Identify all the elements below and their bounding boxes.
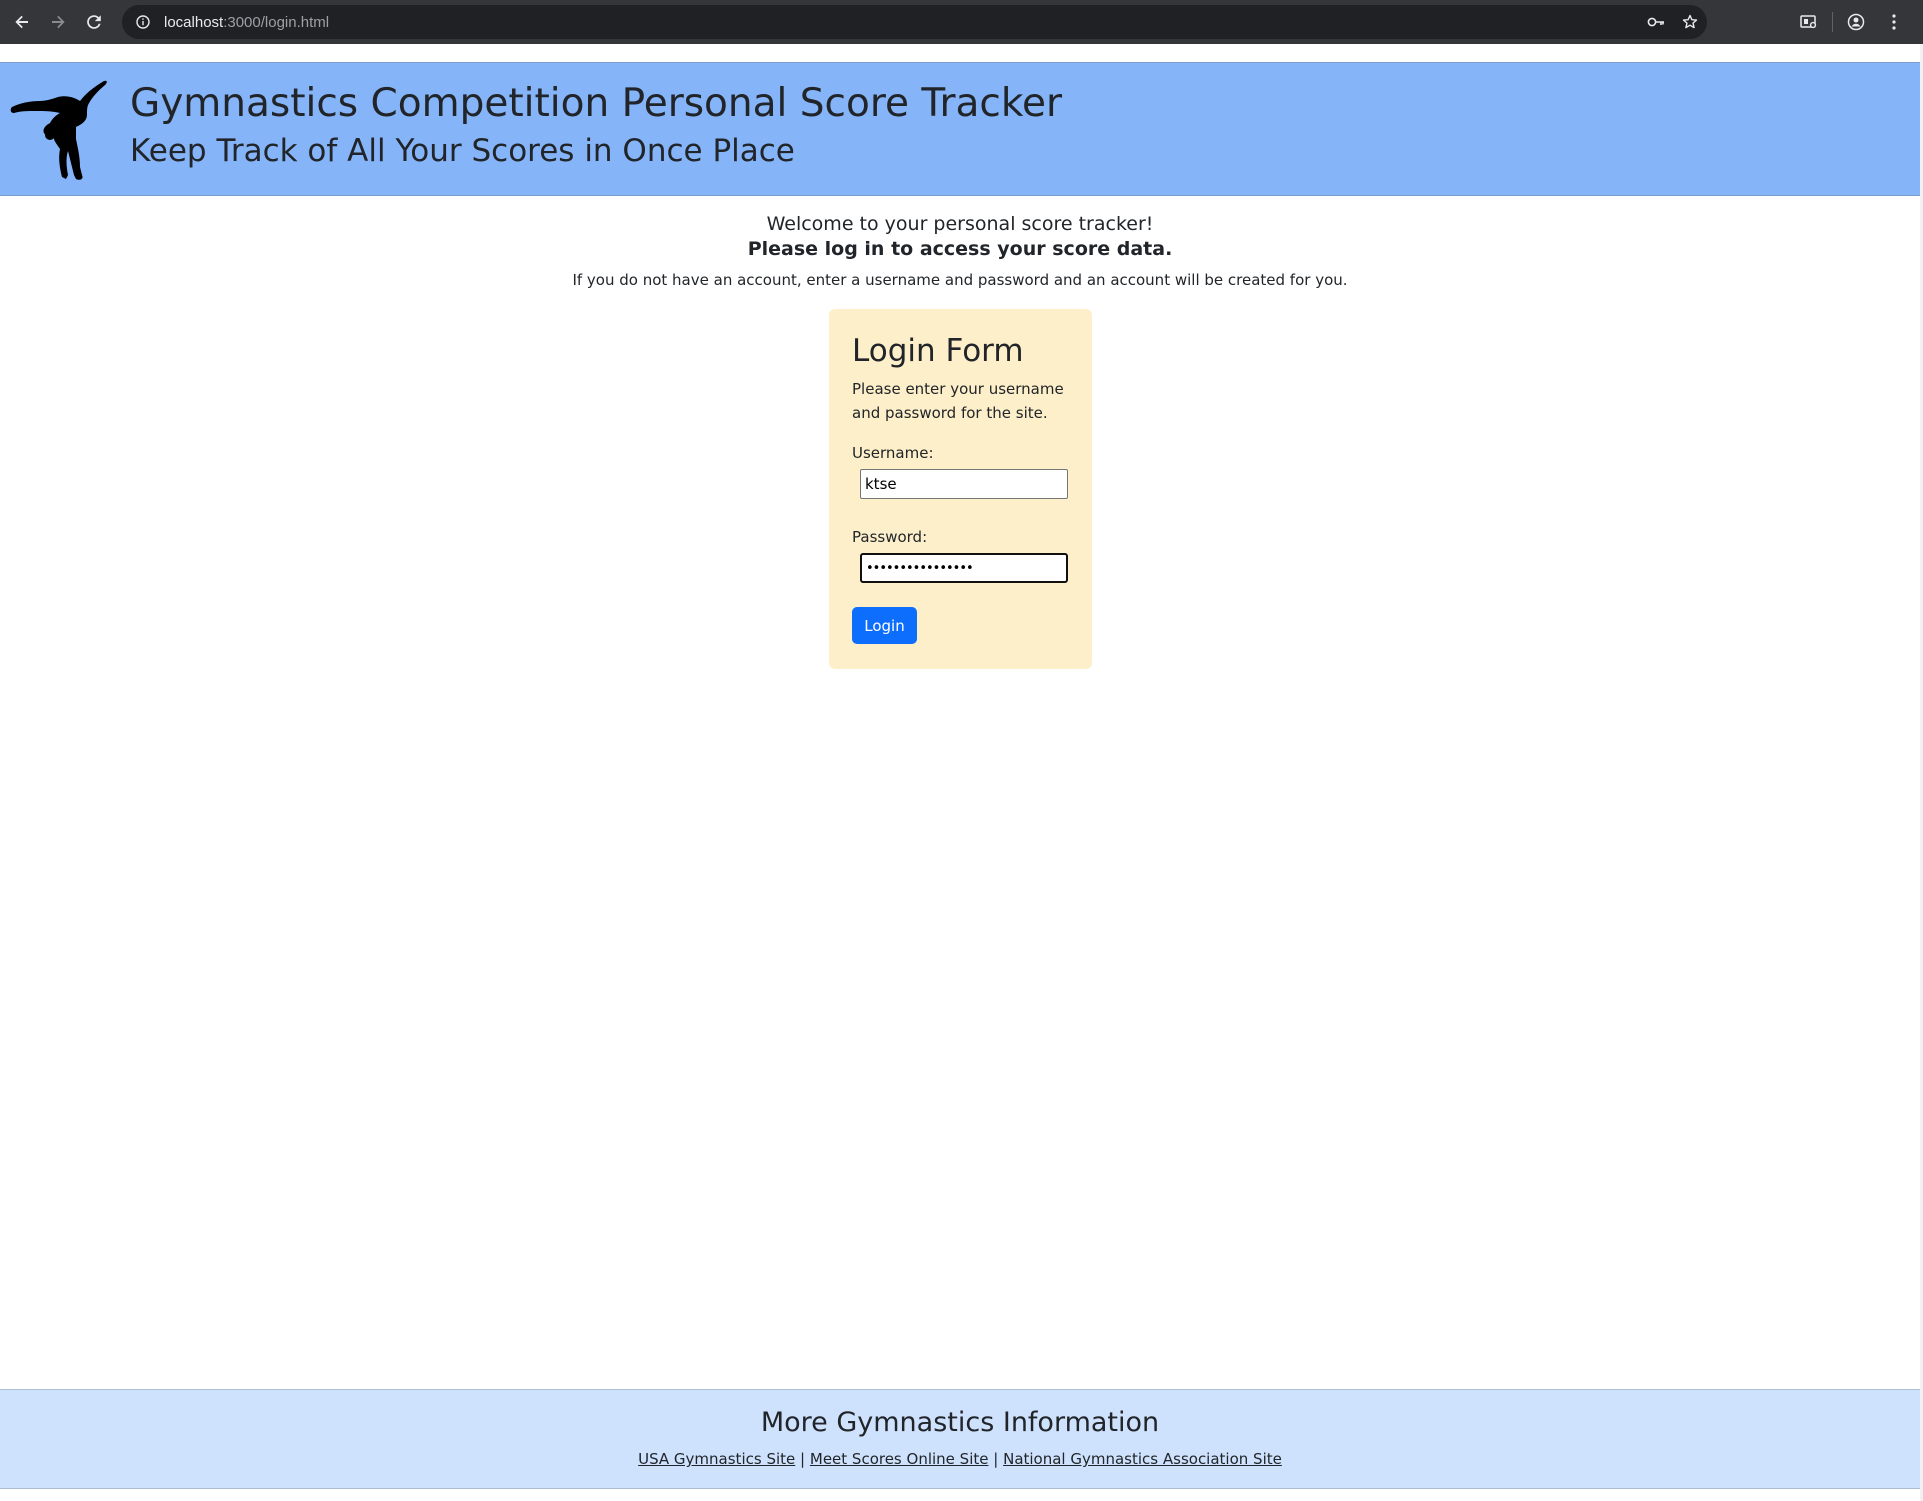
page-top-strip	[0, 44, 1923, 62]
reload-icon	[87, 15, 101, 29]
login-button[interactable]: Login	[852, 607, 917, 644]
footer-title: More Gymnastics Information	[760, 1407, 1160, 1438]
intro-section: Welcome to your personal score tracker! …	[0, 212, 1920, 290]
footer-links: USA Gymnastics Site | Meet Scores Online…	[0, 1450, 1920, 1468]
username-input[interactable]	[860, 469, 1068, 499]
password-input[interactable]	[860, 553, 1068, 583]
back-button[interactable]	[4, 0, 40, 44]
site-subtitle: Keep Track of All Your Scores in Once Pl…	[130, 133, 795, 169]
link-separator: |	[800, 1450, 806, 1468]
form-title: Login Form	[852, 333, 1024, 369]
form-description: Please enter your username and password …	[852, 380, 1064, 422]
link-separator: |	[993, 1450, 999, 1468]
toolbar-divider	[1832, 12, 1833, 32]
arrow-right-icon	[52, 15, 65, 29]
reload-button[interactable]	[76, 0, 112, 44]
username-label: Username:	[852, 444, 934, 462]
profile-icon[interactable]	[1841, 7, 1871, 37]
site-title: Gymnastics Competition Personal Score Tr…	[130, 81, 1063, 126]
welcome-text: Welcome to your personal score tracker!	[766, 213, 1154, 235]
password-key-icon[interactable]	[1639, 16, 1673, 28]
browser-toolbar: localhost:3000/login.html	[0, 0, 1923, 44]
reading-mode-icon[interactable]	[1794, 7, 1824, 37]
national-gymnastics-association-link[interactable]: National Gymnastics Association Site	[1003, 1450, 1282, 1468]
login-form: Login Form Please enter your username an…	[829, 309, 1092, 669]
site-header: Gymnastics Competition Personal Score Tr…	[0, 62, 1920, 196]
meet-scores-online-link[interactable]: Meet Scores Online Site	[810, 1450, 989, 1468]
usa-gymnastics-link[interactable]: USA Gymnastics Site	[638, 1450, 795, 1468]
url-host: localhost	[164, 13, 224, 31]
menu-kebab-icon[interactable]	[1879, 7, 1909, 37]
arrow-left-icon	[15, 15, 28, 29]
site-info-icon[interactable]	[130, 15, 156, 29]
url-path: :3000/login.html	[223, 13, 330, 31]
address-bar[interactable]: localhost:3000/login.html	[122, 5, 1707, 39]
gymnast-silhouette-icon	[10, 80, 107, 180]
account-note: If you do not have an account, enter a u…	[572, 271, 1348, 289]
site-footer: More Gymnastics Information USA Gymnasti…	[0, 1389, 1920, 1489]
bookmark-star-icon[interactable]	[1673, 14, 1707, 30]
forward-button[interactable]	[40, 0, 76, 44]
login-prompt: Please log in to access your score data.	[747, 238, 1173, 260]
password-label: Password:	[852, 528, 928, 546]
